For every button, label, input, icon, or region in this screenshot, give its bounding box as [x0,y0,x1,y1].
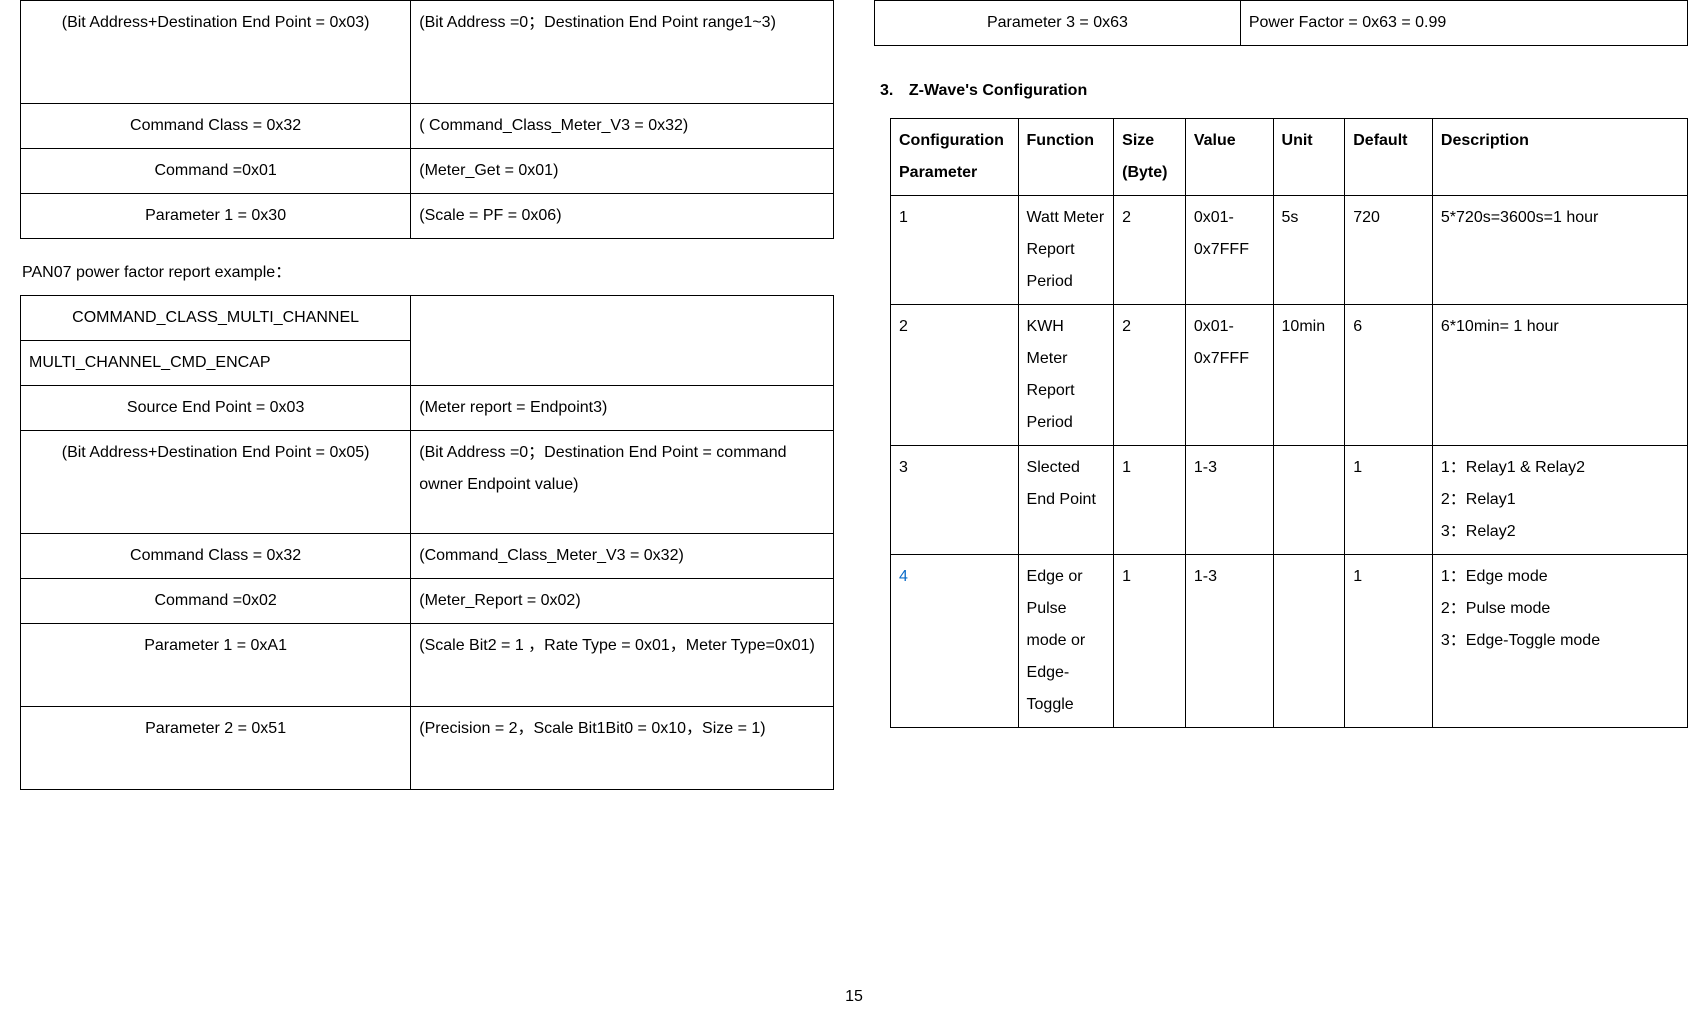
table-row: Source End Point = 0x03 (Meter report = … [21,386,834,431]
table-row: Parameter 1 = 0x30 (Scale = PF = 0x06) [21,194,834,239]
param3-table: Parameter 3 = 0x63 Power Factor = 0x63 =… [874,0,1688,46]
cell [1273,446,1345,555]
table-row: 4 Edge or Pulse mode or Edge-Toggle 1 1-… [891,555,1688,728]
table-row: Command =0x02 (Meter_Report = 0x02) [21,579,834,624]
cell: 2 [1114,196,1186,305]
table-row: 2 KWH Meter Report Period 2 0x01-0x7FFF … [891,305,1688,446]
cell: Watt Meter Report Period [1018,196,1114,305]
right-column: Parameter 3 = 0x63 Power Factor = 0x63 =… [874,0,1688,960]
cell: COMMAND_CLASS_MULTI_CHANNEL [21,296,411,341]
cell [411,296,834,386]
cell: 1：Relay1 & Relay2 2：Relay1 3：Relay2 [1432,446,1687,555]
cell: (Bit Address+Destination End Point = 0x0… [21,431,411,534]
table-row: Command Class = 0x32 (Command_Class_Mete… [21,534,834,579]
pf-report-caption: PAN07 power factor report example： [22,257,834,289]
col-value: Value [1185,119,1273,196]
cell: 1-3 [1185,555,1273,728]
cell: 1-3 [1185,446,1273,555]
cell: KWH Meter Report Period [1018,305,1114,446]
cell: 5*720s=3600s=1 hour [1432,196,1687,305]
col-default: Default [1345,119,1433,196]
cell: Command =0x01 [21,149,411,194]
table-row: 1 Watt Meter Report Period 2 0x01-0x7FFF… [891,196,1688,305]
cell: 1 [891,196,1019,305]
pf-report-table: COMMAND_CLASS_MULTI_CHANNEL MULTI_CHANNE… [20,295,834,790]
cell: 4 [891,555,1019,728]
cell: 6 [1345,305,1433,446]
table-row: 3 Slected End Point 1 1-3 1 1：Relay1 & R… [891,446,1688,555]
col-description: Description [1432,119,1687,196]
cell: 1 [1345,555,1433,728]
table-row: (Bit Address+Destination End Point = 0x0… [21,1,834,104]
cell: (Scale Bit2 = 1 ，Rate Type = 0x01，Meter … [411,624,834,707]
cell: Power Factor = 0x63 = 0.99 [1240,1,1687,46]
cell: Parameter 1 = 0x30 [21,194,411,239]
cell: Parameter 1 = 0xA1 [21,624,411,707]
cell: Edge or Pulse mode or Edge-Toggle [1018,555,1114,728]
table-row: Parameter 3 = 0x63 Power Factor = 0x63 =… [875,1,1688,46]
table-row: Parameter 1 = 0xA1 (Scale Bit2 = 1 ，Rate… [21,624,834,707]
section-number: 3. [880,82,900,100]
cell: Parameter 3 = 0x63 [875,1,1241,46]
cell: 1 [1345,446,1433,555]
cell: (Command_Class_Meter_V3 = 0x32) [411,534,834,579]
cell: 3 [891,446,1019,555]
cell: Slected End Point [1018,446,1114,555]
cell: 0x01-0x7FFF [1185,305,1273,446]
cell: (Precision = 2，Scale Bit1Bit0 = 0x10，Siz… [411,707,834,790]
section-heading: 3. Z-Wave's Configuration [880,82,1688,100]
cell: 2 [1114,305,1186,446]
section-title: Z-Wave's Configuration [909,82,1087,99]
cell: 6*10min= 1 hour [1432,305,1687,446]
cell: 720 [1345,196,1433,305]
cell: Command Class = 0x32 [21,104,411,149]
cell: 0x01-0x7FFF [1185,196,1273,305]
cell: Command =0x02 [21,579,411,624]
cell [1273,555,1345,728]
table-header-row: Configuration Parameter Function Size (B… [891,119,1688,196]
cell: 2 [891,305,1019,446]
cell: ( Command_Class_Meter_V3 = 0x32) [411,104,834,149]
cell: 5s [1273,196,1345,305]
cell: Command Class = 0x32 [21,534,411,579]
cell: (Meter report = Endpoint3) [411,386,834,431]
cell: Source End Point = 0x03 [21,386,411,431]
cell: (Meter_Report = 0x02) [411,579,834,624]
table-row: Command Class = 0x32 ( Command_Class_Met… [21,104,834,149]
col-size: Size (Byte) [1114,119,1186,196]
cell: (Bit Address =0；Destination End Point ra… [411,1,834,104]
col-unit: Unit [1273,119,1345,196]
cell: 1：Edge mode 2：Pulse mode 3：Edge-Toggle m… [1432,555,1687,728]
table-row: Command =0x01 (Meter_Get = 0x01) [21,149,834,194]
cell: 1 [1114,446,1186,555]
table-row: (Bit Address+Destination End Point = 0x0… [21,431,834,534]
cell: (Bit Address =0；Destination End Point = … [411,431,834,534]
pf-get-table: (Bit Address+Destination End Point = 0x0… [20,0,834,239]
config-table: Configuration Parameter Function Size (B… [890,118,1688,728]
cell: (Bit Address+Destination End Point = 0x0… [21,1,411,104]
col-function: Function [1018,119,1114,196]
cell: 1 [1114,555,1186,728]
cell: Parameter 2 = 0x51 [21,707,411,790]
col-config-param: Configuration Parameter [891,119,1019,196]
page-number: 15 [0,988,1708,1006]
cell: 10min [1273,305,1345,446]
cell: MULTI_CHANNEL_CMD_ENCAP [21,341,411,386]
table-row: COMMAND_CLASS_MULTI_CHANNEL [21,296,834,341]
left-column: (Bit Address+Destination End Point = 0x0… [20,0,834,960]
cell: (Meter_Get = 0x01) [411,149,834,194]
cell: (Scale = PF = 0x06) [411,194,834,239]
table-row: Parameter 2 = 0x51 (Precision = 2，Scale … [21,707,834,790]
